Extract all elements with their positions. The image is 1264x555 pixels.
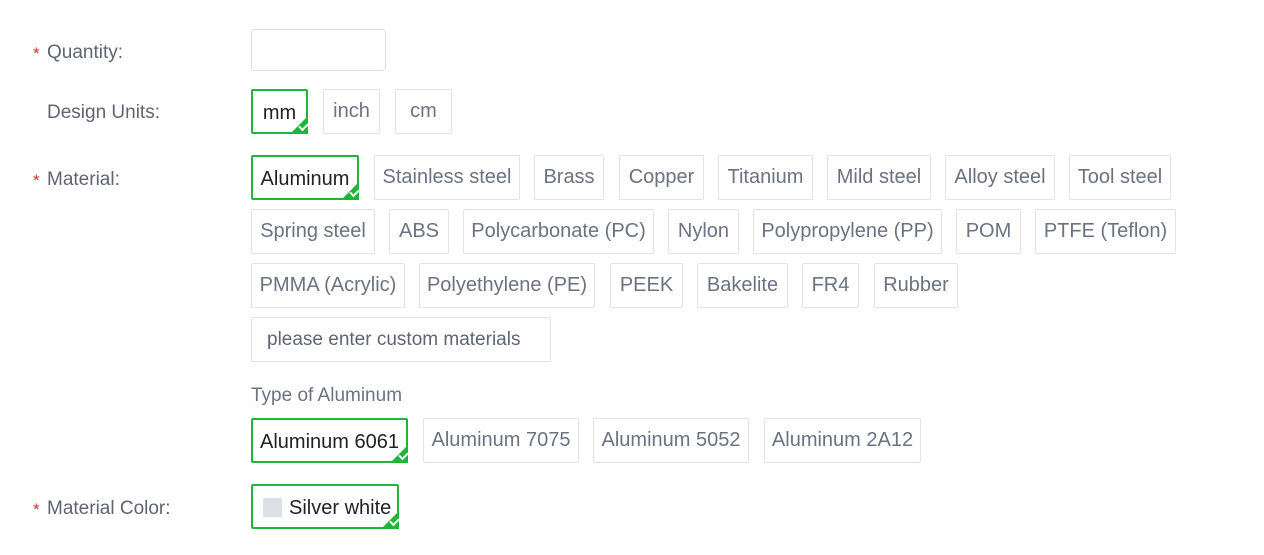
material-label: Material: [47, 169, 120, 190]
material-option-polycarbonate[interactable]: Polycarbonate (PC) [463, 209, 654, 254]
required-mark: * [33, 500, 40, 519]
type-option-label: Aluminum 7075 [431, 429, 571, 451]
material-option-titanium[interactable]: Titanium [718, 155, 813, 200]
material-option-label: POM [965, 220, 1012, 242]
check-icon [390, 445, 408, 463]
material-option-label: FR4 [811, 274, 850, 296]
material-option-rubber[interactable]: Rubber [874, 263, 958, 308]
material-option-label: Nylon [677, 220, 730, 242]
material-option-label: Tool steel [1077, 166, 1163, 188]
required-mark: * [33, 171, 40, 190]
material-option-pom[interactable]: POM [956, 209, 1021, 254]
quantity-label: Quantity: [47, 42, 124, 63]
unit-option-inch[interactable]: inch [323, 89, 380, 134]
material-option-bakelite[interactable]: Bakelite [697, 263, 788, 308]
material-option-label: Copper [628, 166, 695, 188]
material-option-label: Bakelite [706, 274, 779, 296]
material-option-label: PEEK [619, 274, 674, 296]
type-option-7075[interactable]: Aluminum 7075 [423, 418, 579, 463]
material-option-label: Titanium [727, 166, 804, 188]
check-icon [341, 182, 359, 200]
material-option-label: Polycarbonate (PC) [471, 220, 646, 242]
type-option-label: Aluminum 5052 [601, 429, 741, 451]
material-option-label: PMMA (Acrylic) [259, 274, 397, 296]
material-option-spring-steel[interactable]: Spring steel [251, 209, 375, 254]
material-color-label: Material Color: [47, 498, 171, 519]
material-option-nylon[interactable]: Nylon [668, 209, 739, 254]
material-option-abs[interactable]: ABS [389, 209, 449, 254]
material-option-label: Polyethylene (PE) [426, 274, 588, 296]
type-option-5052[interactable]: Aluminum 5052 [593, 418, 749, 463]
material-option-label: Polypropylene (PP) [761, 220, 934, 242]
color-swatch [263, 498, 282, 517]
material-option-label: PTFE (Teflon) [1043, 220, 1168, 242]
material-option-pmma[interactable]: PMMA (Acrylic) [251, 263, 405, 308]
quantity-input[interactable] [251, 29, 386, 71]
unit-option-label: inch [333, 100, 370, 122]
material-option-label: Mild steel [836, 166, 922, 188]
color-option-label: Silver white [289, 497, 392, 519]
type-option-2a12[interactable]: Aluminum 2A12 [764, 418, 921, 463]
material-option-fr4[interactable]: FR4 [802, 263, 859, 308]
material-option-alloy-steel[interactable]: Alloy steel [945, 155, 1055, 200]
material-option-polypropylene[interactable]: Polypropylene (PP) [753, 209, 942, 254]
material-option-label: Brass [543, 166, 595, 188]
check-icon [381, 511, 399, 529]
material-option-label: Aluminum [260, 168, 350, 190]
unit-option-mm[interactable]: mm [251, 89, 308, 134]
design-units-label: Design Units: [47, 102, 160, 123]
material-option-polyethylene[interactable]: Polyethylene (PE) [419, 263, 595, 308]
custom-material-input[interactable] [251, 317, 551, 362]
material-option-copper[interactable]: Copper [619, 155, 704, 200]
required-mark: * [33, 44, 40, 63]
material-option-label: ABS [398, 220, 440, 242]
material-option-ptfe[interactable]: PTFE (Teflon) [1035, 209, 1176, 254]
material-option-mild-steel[interactable]: Mild steel [827, 155, 931, 200]
type-option-label: Aluminum 2A12 [771, 429, 914, 451]
color-option-silver-white[interactable]: Silver white [251, 484, 399, 529]
unit-option-cm[interactable]: cm [395, 89, 452, 134]
material-type-title: Type of Aluminum [251, 385, 403, 406]
material-option-label: Spring steel [260, 220, 366, 242]
material-option-stainless-steel[interactable]: Stainless steel [374, 155, 520, 200]
material-option-label: Alloy steel [954, 166, 1046, 188]
material-option-tool-steel[interactable]: Tool steel [1069, 155, 1171, 200]
material-option-label: Rubber [883, 274, 949, 296]
material-option-label: Stainless steel [382, 166, 512, 188]
material-option-aluminum[interactable]: Aluminum [251, 155, 359, 200]
material-option-brass[interactable]: Brass [534, 155, 604, 200]
type-option-6061[interactable]: Aluminum 6061 [251, 418, 408, 463]
type-option-label: Aluminum 6061 [260, 431, 399, 453]
unit-option-label: cm [410, 100, 437, 122]
check-icon [290, 116, 308, 134]
material-option-peek[interactable]: PEEK [610, 263, 683, 308]
